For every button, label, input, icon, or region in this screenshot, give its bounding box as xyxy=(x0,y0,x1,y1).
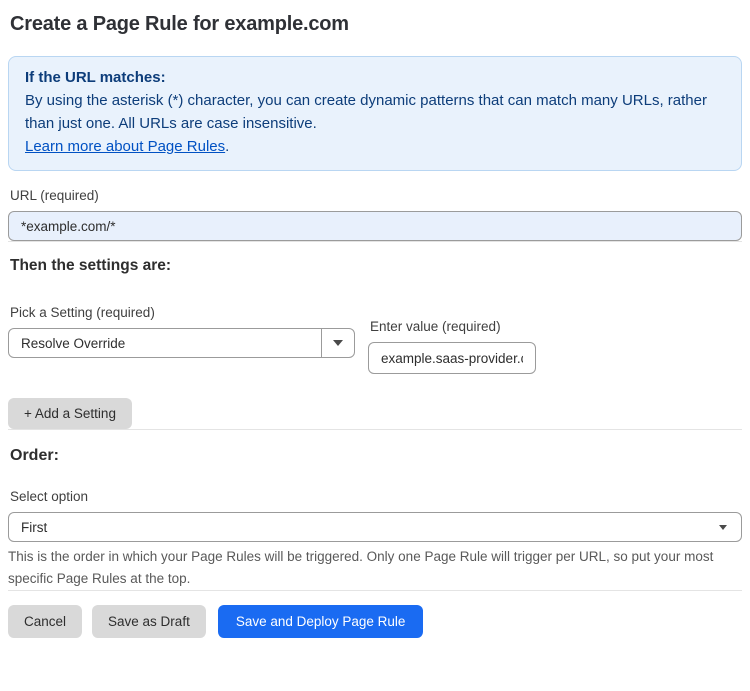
order-help-text: This is the order in which your Page Rul… xyxy=(8,549,714,586)
setting-value-column: Enter value (required) xyxy=(368,319,536,374)
settings-row: Pick a Setting (required) Resolve Overri… xyxy=(8,305,742,374)
setting-value-input[interactable] xyxy=(368,342,536,374)
setting-select-label: Pick a Setting (required) xyxy=(10,305,155,320)
order-select-value: First xyxy=(21,519,48,535)
url-match-info-box: If the URL matches: By using the asteris… xyxy=(8,56,742,171)
create-page-rule-form: Create a Page Rule for example.com If th… xyxy=(0,0,750,638)
section-divider xyxy=(8,590,742,591)
chevron-down-icon xyxy=(321,329,354,357)
info-box-body: By using the asterisk (*) character, you… xyxy=(25,92,707,132)
order-section-heading: Order: xyxy=(10,447,59,464)
page-title: Create a Page Rule for example.com xyxy=(10,13,349,35)
setting-picker-column: Pick a Setting (required) Resolve Overri… xyxy=(8,305,355,374)
section-divider xyxy=(8,429,742,430)
caret-triangle xyxy=(333,340,343,346)
setting-select[interactable]: Resolve Override xyxy=(8,328,355,358)
setting-select-value: Resolve Override xyxy=(21,335,126,351)
section-divider xyxy=(8,241,742,242)
cancel-button[interactable]: Cancel xyxy=(8,605,83,638)
url-field-label: URL (required) xyxy=(10,188,99,203)
url-input[interactable] xyxy=(8,211,742,241)
save-as-draft-button[interactable]: Save as Draft xyxy=(92,605,206,638)
form-actions: Cancel Save as Draft Save and Deploy Pag… xyxy=(8,605,742,638)
order-select-label: Select option xyxy=(10,489,89,504)
learn-more-page-rules-link[interactable]: Learn more about Page Rules xyxy=(25,138,225,155)
value-field-label: Enter value (required) xyxy=(370,319,501,334)
save-and-deploy-button[interactable]: Save and Deploy Page Rule xyxy=(217,605,424,638)
link-suffix-period: . xyxy=(225,138,230,155)
settings-section-heading: Then the settings are: xyxy=(10,257,172,274)
chevron-down-icon xyxy=(719,524,727,530)
info-box-heading: If the URL matches: xyxy=(25,69,166,86)
order-select[interactable]: First xyxy=(8,512,742,542)
info-box-link-line: Learn more about Page Rules. xyxy=(25,135,725,158)
add-setting-button[interactable]: + Add a Setting xyxy=(8,398,132,429)
